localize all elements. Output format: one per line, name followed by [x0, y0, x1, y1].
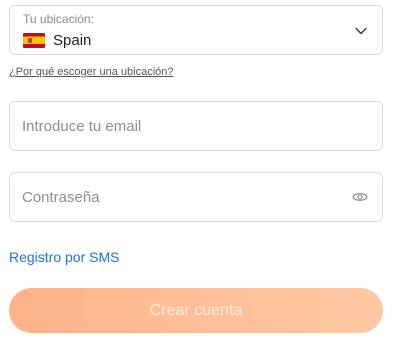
create-account-button[interactable]: Crear cuenta — [9, 288, 383, 333]
email-input[interactable] — [22, 102, 342, 150]
spain-flag-icon — [23, 33, 45, 48]
password-input[interactable] — [22, 173, 342, 221]
location-value: Spain — [53, 32, 92, 49]
chevron-down-icon — [355, 27, 367, 35]
sms-register-link[interactable]: Registro por SMS — [9, 249, 119, 265]
eye-icon[interactable] — [352, 191, 368, 203]
password-field[interactable] — [9, 172, 383, 222]
location-select[interactable]: Tu ubicación: Spain — [9, 5, 383, 55]
location-label: Tu ubicación: — [23, 12, 94, 26]
why-location-link[interactable]: ¿Por qué escoger una ubicación? — [9, 66, 174, 78]
email-field[interactable] — [9, 101, 383, 151]
